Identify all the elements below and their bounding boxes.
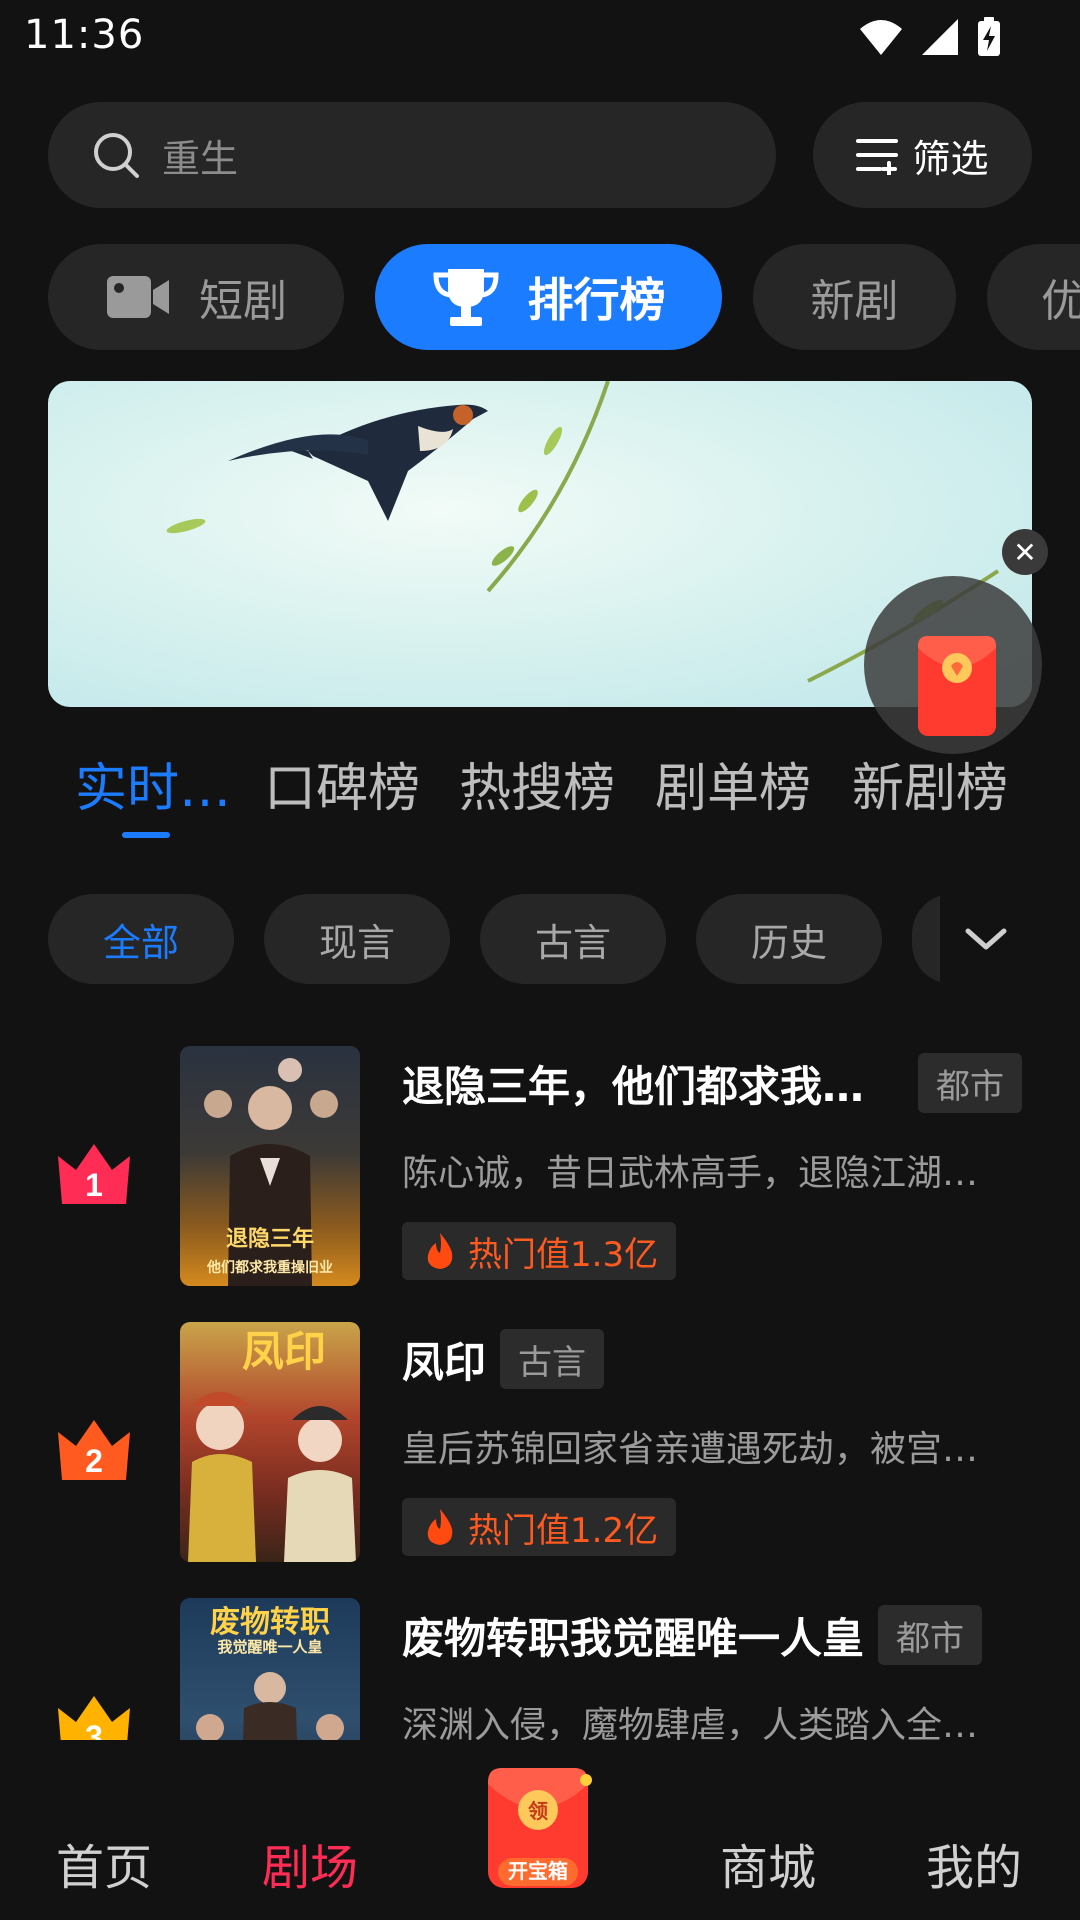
app-screen: 11:36 重生 筛选 短剧 排行榜 新剧 优 ✕ 实时… 口碑榜 热搜榜 剧单… [0,0,1080,1920]
hot-value-badge: 热门值1.3亿 [402,1222,677,1280]
rank-number: 2 [85,1443,103,1479]
rank-crown-icon: 3 [58,1696,130,1740]
title-row: 凤印 古言 [402,1328,605,1390]
rank-crown-icon: 1 [58,1144,130,1204]
genre-chip-all[interactable]: 全部 [48,894,234,984]
rank-number: 3 [85,1719,103,1740]
nav-home[interactable]: 首页 [56,1828,152,1898]
svg-text:凤印: 凤印 [242,1327,326,1376]
fire-icon [427,1509,453,1545]
drama-cover[interactable]: 退隐三年 他们都求我重操旧业 [180,1046,360,1286]
rank-tab-new-drama[interactable]: 新剧榜 [852,746,1008,821]
trophy-icon [432,269,499,326]
category-ranking[interactable]: 排行榜 [375,244,722,350]
drama-title: 退隐三年，他们都求我… [402,1061,865,1111]
drama-description: 皇后苏锦回家省亲遭遇死劫，被宫… [402,1429,979,1470]
list-item[interactable]: 3 废物转职 我觉醒唯一人皇 废物转职我觉醒唯一人皇 都市 深渊入侵，魔物肆虐，… [0,1584,1080,1740]
title-row: 废物转职我觉醒唯一人皇 都市 [402,1604,983,1666]
signal-icon [922,19,958,55]
drama-cover[interactable]: 废物转职 我觉醒唯一人皇 [180,1598,360,1740]
nav-mine[interactable]: 我的 [926,1828,1022,1898]
category-new-drama[interactable]: 新剧 [753,244,956,350]
category-label: 短剧 [199,276,287,327]
rank-crown-icon: 2 [58,1420,130,1480]
nav-theater[interactable]: 剧场 [262,1828,358,1898]
cover-art: 退隐三年 他们都求我重操旧业 [204,1058,338,1286]
treasure-chest-button[interactable]: 领 开宝箱 [478,1762,598,1892]
status-time: 11:36 [24,12,145,58]
bottom-nav: 首页 剧场 领 开宝箱 商城 我的 [0,1740,1080,1920]
hot-value: 热门值1.2亿 [468,1510,659,1551]
genre-tag: 古言 [500,1329,605,1389]
battery-charging-icon [978,17,1000,56]
svg-text:领: 领 [528,1799,548,1823]
nav-mall[interactable]: 商城 [720,1828,816,1898]
genre-chip-ancient-romance[interactable]: 古言 [480,894,666,984]
list-item[interactable]: 2 凤印 凤印 古言 皇后苏锦回家省亲遭遇死劫，被宫… 热门值1.2亿 [0,1308,1080,1562]
video-camera-icon [107,276,169,318]
red-envelope-icon: 领 开宝箱 [488,1768,592,1888]
expand-genres-button[interactable] [940,894,1032,984]
ranking-list: 1 退隐三年 他们都求我重操旧业 退隐三年，他们都求我… 都市 陈心诚，昔日武林… [0,1018,1080,1740]
rank-tab-realtime[interactable]: 实时… [75,746,231,821]
red-packet-icon [918,636,996,736]
category-more[interactable]: 优 [987,244,1080,350]
hot-value-badge: 热门值1.2亿 [402,1498,677,1556]
drama-title: 凤印 [402,1337,487,1387]
rank-tab-hot-search[interactable]: 热搜榜 [459,746,615,821]
svg-text:废物转职: 废物转职 [210,1605,330,1640]
genre-tag: 都市 [878,1605,983,1665]
rank-number: 1 [85,1167,103,1203]
search-input[interactable]: 重生 [48,102,776,208]
hot-value: 热门值1.3亿 [468,1234,659,1275]
status-bar: 11:36 [0,0,1080,72]
chevron-down-icon [965,928,1007,950]
fire-icon [427,1233,453,1269]
filter-button[interactable]: 筛选 [813,102,1032,208]
genre-tag: 都市 [918,1053,1023,1113]
cover-art: 凤印 [188,1327,356,1562]
svg-text:我觉醒唯一人皇: 我觉醒唯一人皇 [217,1638,322,1656]
close-float-icon[interactable]: ✕ [1002,529,1048,575]
drama-cover[interactable]: 凤印 [180,1322,360,1562]
status-icons [858,16,1002,58]
rank-tab-playlist[interactable]: 剧单榜 [655,746,811,821]
category-label: 优 [1041,276,1080,327]
filter-label: 筛选 [912,136,989,181]
rank-tab-indicator [122,832,170,838]
wifi-icon [860,20,902,55]
red-packet-float-button[interactable] [864,576,1042,754]
cover-art: 废物转职 我觉醒唯一人皇 [196,1605,344,1740]
svg-text:退隐三年: 退隐三年 [226,1226,314,1252]
filter-icon [856,139,899,175]
category-label: 新剧 [810,276,899,327]
drama-description: 深渊入侵，魔物肆虐，人类踏入全… [402,1705,979,1740]
search-icon [94,133,139,178]
drama-description: 陈心诚，昔日武林高手，退隐江湖… [402,1153,979,1194]
category-label: 排行榜 [527,273,666,327]
genre-chip-history[interactable]: 历史 [696,894,882,984]
drama-title: 废物转职我觉醒唯一人皇 [402,1613,865,1663]
genre-chip-modern-romance[interactable]: 现言 [264,894,450,984]
title-row: 退隐三年，他们都求我… 都市 [402,1052,1023,1114]
list-item[interactable]: 1 退隐三年 他们都求我重操旧业 退隐三年，他们都求我… 都市 陈心诚，昔日武林… [0,1032,1080,1286]
category-short-drama[interactable]: 短剧 [48,244,344,350]
search-placeholder: 重生 [162,136,239,181]
rank-tab-reputation[interactable]: 口碑榜 [264,746,420,821]
treasure-label: 开宝箱 [508,1859,568,1883]
svg-text:他们都求我重操旧业: 他们都求我重操旧业 [206,1259,333,1276]
